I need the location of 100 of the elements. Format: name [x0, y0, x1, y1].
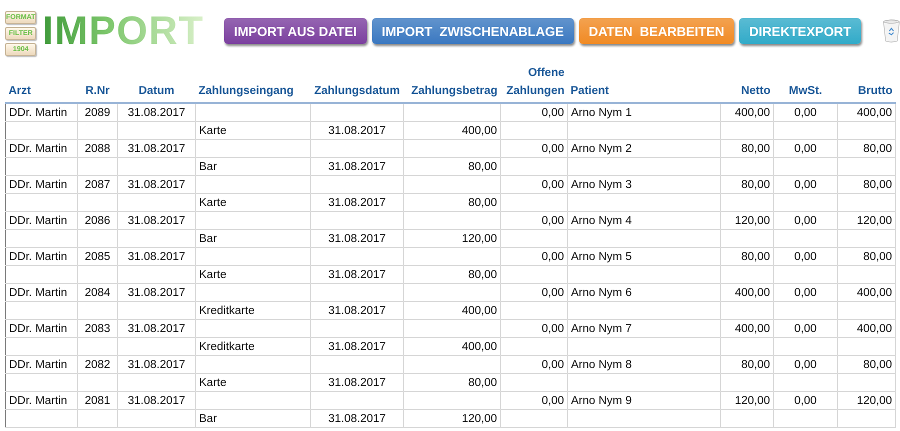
table-cell: DDr. Martin	[6, 140, 78, 158]
table-cell: DDr. Martin	[6, 176, 78, 194]
table-cell: 400,00	[720, 320, 774, 338]
action-button[interactable]: IMPORT AUS DATEI	[224, 18, 367, 44]
table-cell: 0,00	[500, 103, 568, 122]
table-cell: 400,00	[404, 122, 500, 140]
table-cell: 400,00	[838, 103, 896, 122]
column-header: R.Nr	[85, 84, 110, 99]
table-cell: 0,00	[774, 176, 838, 194]
table-cell: 0,00	[500, 248, 568, 266]
column-header: MwSt.	[788, 84, 822, 99]
table-cell: 80,00	[404, 158, 500, 176]
column-header: Zahlungsdatum	[314, 84, 400, 99]
table-cell: 31.08.2017	[118, 176, 196, 194]
table-cell: 80,00	[720, 356, 774, 374]
table-cell: 80,00	[838, 248, 896, 266]
table-cell: DDr. Martin	[6, 103, 78, 122]
table-cell: Arno Nym 1	[568, 103, 720, 122]
table-cell: 2086	[78, 212, 118, 230]
table-cell: 80,00	[720, 176, 774, 194]
table-cell: 0,00	[774, 248, 838, 266]
table-cell: 400,00	[838, 284, 896, 302]
table-cell: 400,00	[404, 302, 500, 320]
table-cell: Arno Nym 5	[568, 248, 720, 266]
table-cell: 31.08.2017	[118, 212, 196, 230]
table-cell: 400,00	[838, 320, 896, 338]
table-cell: DDr. Martin	[6, 392, 78, 410]
table-cell: Arno Nym 3	[568, 176, 720, 194]
table-cell: 31.08.2017	[310, 158, 404, 176]
table-cell: 31.08.2017	[118, 103, 196, 122]
table-cell: 0,00	[500, 140, 568, 158]
table-cell: 31.08.2017	[310, 410, 404, 428]
column-header: Brutto	[858, 84, 892, 99]
table-cell: DDr. Martin	[6, 320, 78, 338]
column-header: Arzt	[8, 84, 31, 99]
table-cell: 0,00	[500, 356, 568, 374]
action-button[interactable]: DIREKTEXPORT	[739, 18, 862, 44]
table-cell: 31.08.2017	[310, 338, 404, 356]
table-cell: DDr. Martin	[6, 212, 78, 230]
table-cell: 0,00	[774, 356, 838, 374]
table-cell: Kreditkarte	[196, 338, 310, 356]
table-cell: 80,00	[404, 194, 500, 212]
table-cell: 31.08.2017	[310, 302, 404, 320]
table-cell: 120,00	[404, 410, 500, 428]
column-header: Datum	[138, 84, 174, 99]
table-cell: Arno Nym 2	[568, 140, 720, 158]
table-cell: 120,00	[838, 392, 896, 410]
table-cell: Arno Nym 4	[568, 212, 720, 230]
table-cell: 0,00	[774, 140, 838, 158]
action-button[interactable]: DATEN BEARBEITEN	[578, 18, 734, 44]
table-cell: 31.08.2017	[118, 356, 196, 374]
table-cell: 2085	[78, 248, 118, 266]
table-cell: 2081	[78, 392, 118, 410]
table-cell: 31.08.2017	[310, 266, 404, 284]
table-cell: 120,00	[404, 230, 500, 248]
table-cell: 0,00	[774, 392, 838, 410]
table-cell: 31.08.2017	[310, 122, 404, 140]
column-header: Zahlungsbetrag	[411, 84, 498, 99]
table-cell: 0,00	[500, 284, 568, 302]
table-cell: 31.08.2017	[118, 392, 196, 410]
table-cell: 2084	[78, 284, 118, 302]
table-cell: Bar	[196, 230, 310, 248]
action-button[interactable]: IMPORT ZWISCHENABLAGE	[372, 18, 574, 44]
table-cell: 0,00	[774, 103, 838, 122]
table-cell: Kreditkarte	[196, 302, 310, 320]
table-cell: 31.08.2017	[310, 374, 404, 392]
table-cell: 2089	[78, 103, 118, 122]
table-cell: Arno Nym 6	[568, 284, 720, 302]
table-cell: Karte	[196, 194, 310, 212]
table-cell: Arno Nym 8	[568, 356, 720, 374]
table-cell: 2082	[78, 356, 118, 374]
table-cell: 31.08.2017	[118, 284, 196, 302]
table-cell: Karte	[196, 374, 310, 392]
table-cell: Arno Nym 9	[568, 392, 720, 410]
table-cell: DDr. Martin	[6, 284, 78, 302]
table-cell: 120,00	[838, 212, 896, 230]
table-cell: 120,00	[720, 212, 774, 230]
table-cell: DDr. Martin	[6, 356, 78, 374]
table-cell: 80,00	[838, 140, 896, 158]
table-cell: 80,00	[404, 374, 500, 392]
column-header: Patient	[570, 84, 609, 99]
table-cell: 0,00	[774, 320, 838, 338]
table-cell: Bar	[196, 158, 310, 176]
table-cell: 80,00	[720, 140, 774, 158]
table-cell: Karte	[196, 122, 310, 140]
table-cell: 2087	[78, 176, 118, 194]
table-cell: 0,00	[500, 392, 568, 410]
table-cell: 80,00	[404, 266, 500, 284]
table-cell: 0,00	[774, 284, 838, 302]
table-cell: DDr. Martin	[6, 248, 78, 266]
table-cell: 120,00	[720, 392, 774, 410]
table-cell: 80,00	[720, 248, 774, 266]
table-cell: Arno Nym 7	[568, 320, 720, 338]
table-cell: 31.08.2017	[118, 140, 196, 158]
table-cell: Karte	[196, 266, 310, 284]
table-cell: 400,00	[404, 338, 500, 356]
table-cell: 31.08.2017	[310, 194, 404, 212]
table-cell: 400,00	[720, 284, 774, 302]
table-cell: 400,00	[720, 103, 774, 122]
table-cell: Bar	[196, 410, 310, 428]
